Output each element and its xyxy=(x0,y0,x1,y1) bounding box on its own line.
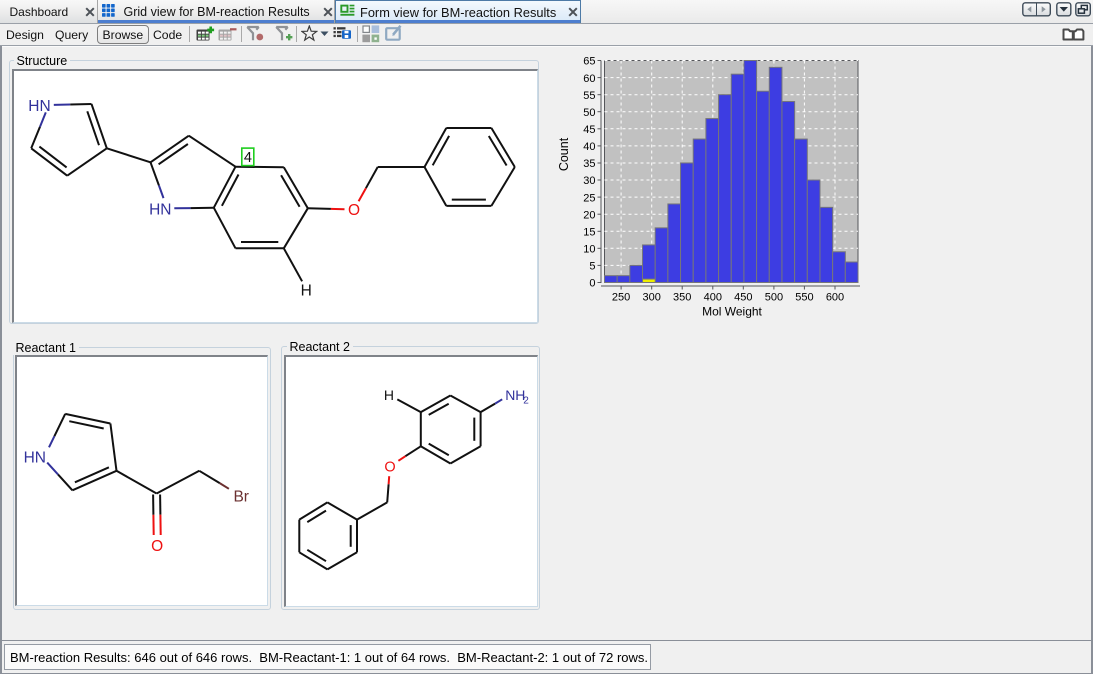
svg-text:HN: HN xyxy=(28,98,50,115)
svg-text:450: 450 xyxy=(734,292,752,304)
svg-text:4: 4 xyxy=(243,150,251,166)
svg-text:60: 60 xyxy=(583,73,595,85)
svg-text:20: 20 xyxy=(583,209,595,221)
svg-text:600: 600 xyxy=(826,292,844,304)
svg-text:Mol Weight: Mol Weight xyxy=(702,305,762,319)
svg-text:HN: HN xyxy=(149,202,171,219)
svg-text:30: 30 xyxy=(583,175,595,187)
svg-text:45: 45 xyxy=(583,124,595,136)
svg-text:O: O xyxy=(347,202,359,219)
svg-text:10: 10 xyxy=(583,244,595,256)
svg-text:HN: HN xyxy=(24,450,46,467)
svg-text:500: 500 xyxy=(765,292,783,304)
svg-text:0: 0 xyxy=(589,278,595,290)
svg-text:55: 55 xyxy=(583,90,595,102)
svg-text:15: 15 xyxy=(583,227,595,239)
svg-text:O: O xyxy=(384,459,395,475)
svg-text:2: 2 xyxy=(523,395,529,406)
svg-text:H: H xyxy=(384,387,394,403)
svg-text:40: 40 xyxy=(583,141,595,153)
svg-text:400: 400 xyxy=(704,292,722,304)
svg-text:25: 25 xyxy=(583,192,595,204)
svg-text:300: 300 xyxy=(643,292,661,304)
svg-text:350: 350 xyxy=(673,292,691,304)
svg-text:50: 50 xyxy=(583,107,595,119)
svg-text:65: 65 xyxy=(583,56,595,68)
svg-text:5: 5 xyxy=(589,261,595,273)
svg-text:35: 35 xyxy=(583,158,595,170)
svg-text:Br: Br xyxy=(233,488,249,505)
svg-text:O: O xyxy=(151,538,163,555)
svg-text:550: 550 xyxy=(795,292,813,304)
svg-text:250: 250 xyxy=(612,292,630,304)
svg-text:H: H xyxy=(300,283,311,300)
svg-text:Count: Count xyxy=(557,137,571,171)
